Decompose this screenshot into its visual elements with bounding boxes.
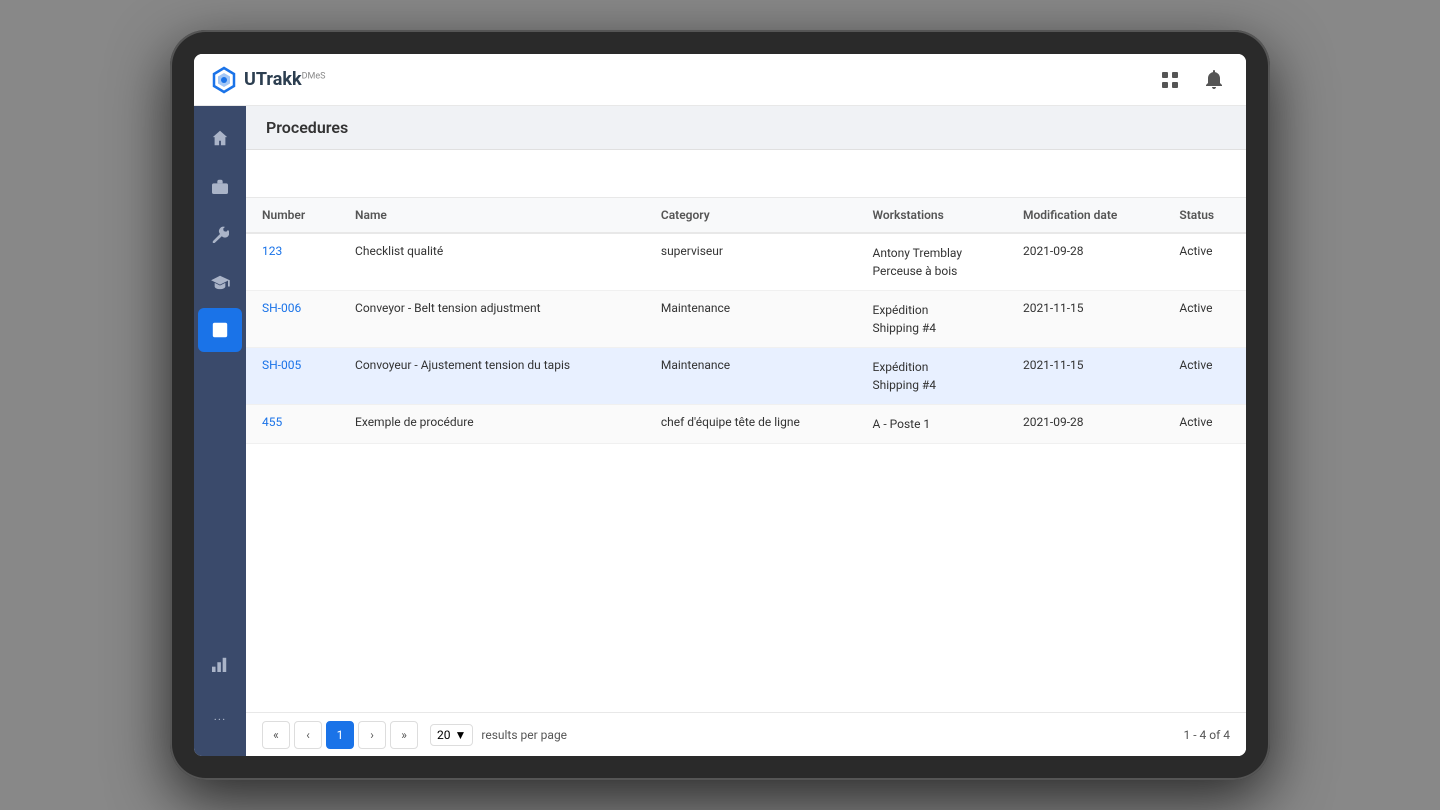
cell-number[interactable]: SH-006 [246, 291, 339, 348]
cell-modification-date: 2021-11-15 [1007, 348, 1163, 405]
cell-workstations: Antony TremblayPerceuse à bois [857, 233, 1007, 291]
sidebar: ... [194, 106, 246, 756]
procedures-table: Number Name Category Workstations Modifi… [246, 198, 1246, 444]
pagination-bar: « ‹ 1 › » 20 ▼ results per page 1 - 4 of… [246, 712, 1246, 756]
notifications-button[interactable] [1198, 64, 1230, 96]
per-page-value[interactable]: 20 ▼ [430, 724, 473, 746]
cell-number[interactable]: SH-005 [246, 348, 339, 405]
col-header-category: Category [645, 198, 857, 233]
tablet-frame: UTrakkDMeS [170, 30, 1270, 780]
table-header-row: Number Name Category Workstations Modifi… [246, 198, 1246, 233]
cell-category: Maintenance [645, 348, 857, 405]
grid-button[interactable] [1154, 64, 1186, 96]
cell-category: Maintenance [645, 291, 857, 348]
cell-number[interactable]: 455 [246, 405, 339, 444]
cell-category: chef d'équipe tête de ligne [645, 405, 857, 444]
table-row[interactable]: 455Exemple de procédurechef d'équipe têt… [246, 405, 1246, 444]
cell-status: Active [1163, 291, 1246, 348]
pagination-current[interactable]: 1 [326, 721, 354, 749]
cell-modification-date: 2021-09-28 [1007, 233, 1163, 291]
cell-workstations: ExpéditionShipping #4 [857, 348, 1007, 405]
main-layout: ... Procedures Number [194, 106, 1246, 756]
per-page-select[interactable]: 20 ▼ [430, 724, 473, 746]
col-header-name: Name [339, 198, 645, 233]
sidebar-item-chart[interactable] [198, 642, 242, 686]
cell-name: Conveyor - Belt tension adjustment [339, 291, 645, 348]
sidebar-bottom: ... [198, 640, 242, 748]
col-header-modification-date: Modification date [1007, 198, 1163, 233]
logo-text: UTrakkDMeS [244, 69, 325, 90]
cell-name: Convoyeur - Ajustement tension du tapis [339, 348, 645, 405]
pagination-last[interactable]: » [390, 721, 418, 749]
cell-workstations: A - Poste 1 [857, 405, 1007, 444]
tablet-screen: UTrakkDMeS [194, 54, 1246, 756]
col-header-status: Status [1163, 198, 1246, 233]
col-header-workstations: Workstations [857, 198, 1007, 233]
cell-name: Exemple de procédure [339, 405, 645, 444]
cell-workstations: ExpéditionShipping #4 [857, 291, 1007, 348]
cell-status: Active [1163, 405, 1246, 444]
header-icons [1154, 64, 1230, 96]
sidebar-item-home[interactable] [198, 116, 242, 160]
cell-category: superviseur [645, 233, 857, 291]
table-container[interactable]: Number Name Category Workstations Modifi… [246, 198, 1246, 712]
pagination-prev[interactable]: ‹ [294, 721, 322, 749]
cell-name: Checklist qualité [339, 233, 645, 291]
cell-number[interactable]: 123 [246, 233, 339, 291]
table-body: 123Checklist qualitésuperviseurAntony Tr… [246, 233, 1246, 444]
pagination-next[interactable]: › [358, 721, 386, 749]
sidebar-item-training[interactable] [198, 260, 242, 304]
sidebar-item-briefcase[interactable] [198, 164, 242, 208]
pagination-range: 1 - 4 of 4 [1184, 728, 1230, 742]
col-header-number: Number [246, 198, 339, 233]
page-title: Procedures [266, 118, 348, 137]
table-row[interactable]: 123Checklist qualitésuperviseurAntony Tr… [246, 233, 1246, 291]
cell-modification-date: 2021-11-15 [1007, 291, 1163, 348]
sidebar-item-more[interactable]: ... [198, 694, 242, 738]
page-header: Procedures [246, 106, 1246, 150]
toolbar [246, 150, 1246, 198]
logo-icon [210, 66, 238, 94]
sidebar-item-tools[interactable] [198, 212, 242, 256]
app-header: UTrakkDMeS [194, 54, 1246, 106]
pagination-first[interactable]: « [262, 721, 290, 749]
table-row[interactable]: SH-005Convoyeur - Ajustement tension du … [246, 348, 1246, 405]
cell-modification-date: 2021-09-28 [1007, 405, 1163, 444]
content-area: Procedures Number Name Category Workstat… [246, 106, 1246, 756]
table-row[interactable]: SH-006Conveyor - Belt tension adjustment… [246, 291, 1246, 348]
logo-area: UTrakkDMeS [210, 66, 325, 94]
results-per-page-label: results per page [481, 728, 567, 742]
cell-status: Active [1163, 348, 1246, 405]
sidebar-item-procedures[interactable] [198, 308, 242, 352]
cell-status: Active [1163, 233, 1246, 291]
